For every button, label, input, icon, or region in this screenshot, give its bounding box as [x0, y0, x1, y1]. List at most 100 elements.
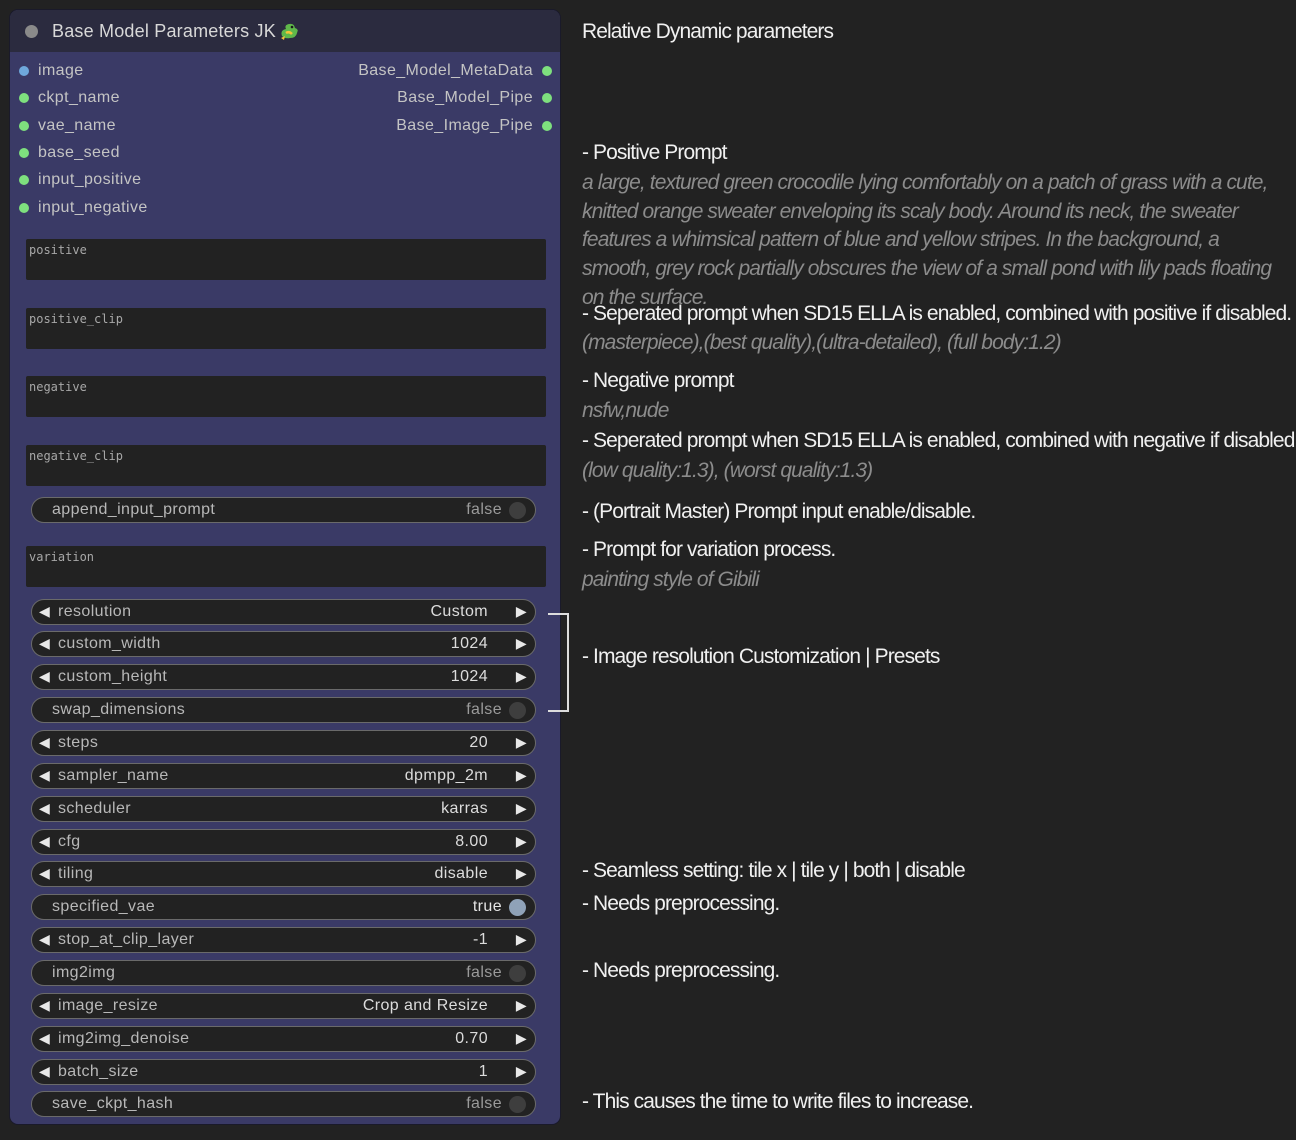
save-ckpt-hash-toggle[interactable]: save_ckpt_hash false	[31, 1091, 536, 1117]
variation-textarea[interactable]: variation	[26, 546, 546, 587]
annotation-positive-example: a large, textured green crocodile lying …	[582, 171, 1272, 309]
left-arrow-icon[interactable]: ◀	[39, 865, 50, 882]
dragon-emoji-icon	[280, 23, 298, 40]
scheduler-combo[interactable]: ◀ scheduler karras ▶	[31, 796, 536, 822]
slot-dot-icon[interactable]	[19, 175, 29, 185]
textarea-placeholder: negative	[29, 380, 87, 394]
slot-dot-icon[interactable]	[19, 148, 29, 158]
widget-label: specified_vae	[52, 898, 156, 915]
output-slot-image-pipe[interactable]: Base_Image_Pipe	[396, 116, 552, 136]
collapse-dot-icon[interactable]	[25, 24, 38, 38]
toggle-off-icon[interactable]	[509, 1096, 526, 1113]
right-arrow-icon[interactable]: ▶	[516, 865, 527, 882]
left-arrow-icon[interactable]: ◀	[39, 668, 50, 685]
positive-clip-textarea[interactable]: positive_clip	[26, 308, 546, 349]
widget-value: true	[472, 898, 502, 915]
sampler-name-combo[interactable]: ◀ sampler_name dpmpp_2m ▶	[31, 763, 536, 789]
widget-label: resolution	[58, 603, 132, 620]
right-arrow-icon[interactable]: ▶	[516, 603, 527, 620]
slot-dot-icon[interactable]	[19, 93, 29, 103]
annotation-variation-example: painting style of Gibili	[582, 568, 760, 591]
img2img-denoise-number[interactable]: ◀ img2img_denoise 0.70 ▶	[31, 1026, 536, 1052]
left-arrow-icon[interactable]: ◀	[39, 734, 50, 751]
left-arrow-icon[interactable]: ◀	[39, 1030, 50, 1047]
node-title-bar[interactable]: Base Model Parameters JK	[10, 10, 560, 52]
right-arrow-icon[interactable]: ▶	[516, 635, 527, 652]
right-arrow-icon[interactable]: ▶	[516, 668, 527, 685]
output-slot-model-pipe[interactable]: Base_Model_Pipe	[397, 88, 552, 108]
input-slot-vae-name[interactable]: vae_name	[19, 116, 116, 136]
widget-label: steps	[58, 734, 99, 751]
base-model-parameters-node[interactable]: Base Model Parameters JK image ckpt_name…	[10, 10, 560, 1124]
resolution-bracket	[548, 613, 569, 712]
resolution-combo[interactable]: ◀ resolution Custom ▶	[31, 599, 536, 625]
right-arrow-icon[interactable]: ▶	[516, 1063, 527, 1080]
tiling-combo[interactable]: ◀ tiling disable ▶	[31, 861, 536, 887]
widget-label: stop_at_clip_layer	[58, 931, 195, 948]
annotation-img2img: - Needs preprocessing.	[582, 959, 780, 982]
slot-label: Base_Model_MetaData	[358, 62, 533, 79]
annotation-negative: - Negative prompt	[582, 369, 735, 392]
widget-value: false	[466, 501, 502, 518]
widget-value: 8.00	[455, 833, 488, 850]
input-slot-base-seed[interactable]: base_seed	[19, 143, 120, 163]
slot-dot-icon[interactable]	[542, 66, 552, 76]
slot-dot-icon[interactable]	[542, 121, 552, 131]
toggle-off-icon[interactable]	[509, 702, 526, 719]
slot-dot-icon[interactable]	[542, 93, 552, 103]
img2img-toggle[interactable]: img2img false	[31, 960, 536, 986]
right-arrow-icon[interactable]: ▶	[516, 1030, 527, 1047]
annotation-append: - (Portrait Master) Prompt input enable/…	[582, 500, 976, 523]
widget-value: 1024	[450, 635, 488, 652]
toggle-off-icon[interactable]	[509, 965, 526, 982]
output-slot-metadata[interactable]: Base_Model_MetaData	[358, 61, 552, 81]
custom-width-number[interactable]: ◀ custom_width 1024 ▶	[31, 631, 536, 657]
stop-at-clip-layer-number[interactable]: ◀ stop_at_clip_layer -1 ▶	[31, 927, 536, 953]
right-arrow-icon[interactable]: ▶	[516, 931, 527, 948]
left-arrow-icon[interactable]: ◀	[39, 603, 50, 620]
batch-size-number[interactable]: ◀ batch_size 1 ▶	[31, 1059, 536, 1085]
widget-value: false	[466, 701, 502, 718]
left-arrow-icon[interactable]: ◀	[39, 833, 50, 850]
toggle-off-icon[interactable]	[509, 502, 526, 519]
right-arrow-icon[interactable]: ▶	[516, 800, 527, 817]
slot-label: image	[38, 62, 84, 79]
negative-textarea[interactable]: negative	[26, 376, 546, 417]
positive-textarea[interactable]: positive	[26, 239, 546, 280]
slot-dot-icon[interactable]	[19, 66, 29, 76]
cfg-number[interactable]: ◀ cfg 8.00 ▶	[31, 829, 536, 855]
input-slot-input-positive[interactable]: input_positive	[19, 170, 141, 190]
slot-label: base_seed	[38, 144, 120, 161]
widget-value: 0.70	[455, 1030, 488, 1047]
left-arrow-icon[interactable]: ◀	[39, 997, 50, 1014]
annotation-negative-clip: - Seperated prompt when SD15 ELLA is ena…	[582, 429, 1296, 452]
input-slot-input-negative[interactable]: input_negative	[19, 198, 148, 218]
image-resize-combo[interactable]: ◀ image_resize Crop and Resize ▶	[31, 993, 536, 1019]
slot-dot-icon[interactable]	[19, 203, 29, 213]
right-arrow-icon[interactable]: ▶	[516, 734, 527, 751]
append-input-prompt-toggle[interactable]: append_input_prompt false	[31, 497, 536, 523]
left-arrow-icon[interactable]: ◀	[39, 767, 50, 784]
widget-value: 20	[469, 734, 488, 751]
right-arrow-icon[interactable]: ▶	[516, 767, 527, 784]
widget-value: Custom	[430, 603, 488, 620]
slot-label: ckpt_name	[38, 89, 120, 106]
input-slot-ckpt-name[interactable]: ckpt_name	[19, 88, 120, 108]
textarea-placeholder: positive	[29, 243, 87, 257]
left-arrow-icon[interactable]: ◀	[39, 635, 50, 652]
widget-label: save_ckpt_hash	[52, 1095, 174, 1112]
left-arrow-icon[interactable]: ◀	[39, 1063, 50, 1080]
specified-vae-toggle[interactable]: specified_vae true	[31, 894, 536, 920]
left-arrow-icon[interactable]: ◀	[39, 931, 50, 948]
custom-height-number[interactable]: ◀ custom_height 1024 ▶	[31, 664, 536, 690]
negative-clip-textarea[interactable]: negative_clip	[26, 445, 546, 486]
right-arrow-icon[interactable]: ▶	[516, 833, 527, 850]
toggle-on-icon[interactable]	[509, 899, 526, 916]
right-arrow-icon[interactable]: ▶	[516, 997, 527, 1014]
slot-dot-icon[interactable]	[19, 121, 29, 131]
steps-number[interactable]: ◀ steps 20 ▶	[31, 730, 536, 756]
annotation-tiling: - Seamless setting: tile x | tile y | bo…	[582, 859, 966, 882]
input-slot-image[interactable]: image	[19, 61, 84, 81]
left-arrow-icon[interactable]: ◀	[39, 800, 50, 817]
swap-dimensions-toggle[interactable]: swap_dimensions false	[31, 697, 536, 723]
